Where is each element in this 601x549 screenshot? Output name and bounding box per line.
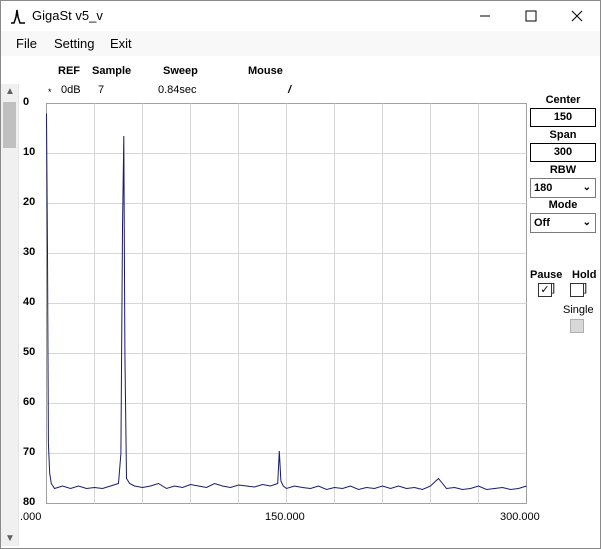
chevron-down-icon: ⌄ bbox=[582, 182, 591, 193]
mouse-value: / bbox=[288, 84, 292, 96]
ref-label: REF bbox=[58, 65, 80, 77]
pause-checkbox[interactable]: ✓ bbox=[538, 283, 552, 297]
title-bar: GigaSt v5_v bbox=[1, 1, 600, 31]
menu-file[interactable]: File bbox=[16, 36, 37, 51]
scroll-down-icon[interactable]: ▼ bbox=[5, 533, 15, 544]
hold-bracket: ] bbox=[584, 282, 588, 294]
maximize-icon bbox=[525, 10, 537, 22]
mode-select[interactable]: Off ⌄ bbox=[530, 213, 596, 233]
minimize-icon bbox=[480, 15, 490, 17]
menu-setting[interactable]: Setting bbox=[54, 36, 94, 51]
single-button[interactable] bbox=[570, 319, 584, 333]
ref-marker: * bbox=[48, 87, 52, 97]
hold-checkbox[interactable] bbox=[570, 283, 584, 297]
pause-bracket: ] bbox=[552, 282, 556, 294]
x-tick-label: 300.000 bbox=[500, 511, 540, 523]
sample-label: Sample bbox=[92, 65, 132, 77]
y-tick-label: 80 bbox=[23, 496, 36, 508]
scroll-thumb[interactable] bbox=[3, 102, 16, 148]
y-tick-label: 10 bbox=[23, 146, 36, 158]
mode-value: Off bbox=[534, 217, 550, 229]
sample-value: 7 bbox=[98, 84, 105, 96]
span-label: Span bbox=[549, 129, 577, 141]
app-window: GigaSt v5_v File Setting Exit REF Sample… bbox=[0, 0, 601, 549]
y-tick-label: 30 bbox=[23, 246, 36, 258]
close-icon bbox=[571, 10, 583, 22]
sweep-label: Sweep bbox=[163, 65, 198, 77]
rbw-label: RBW bbox=[549, 164, 577, 176]
maximize-button[interactable] bbox=[508, 1, 554, 31]
rbw-value: 180 bbox=[534, 182, 553, 194]
center-label: Center bbox=[545, 94, 581, 106]
menu-bar: File Setting Exit bbox=[1, 31, 600, 56]
mode-label: Mode bbox=[548, 199, 578, 211]
chevron-down-icon: ⌄ bbox=[582, 217, 591, 228]
x-tick-label: .000 bbox=[20, 511, 42, 523]
y-tick-label: 60 bbox=[23, 396, 36, 408]
menu-exit[interactable]: Exit bbox=[110, 36, 132, 51]
minimize-button[interactable] bbox=[462, 1, 508, 31]
y-tick-label: 0 bbox=[23, 96, 30, 108]
rbw-select[interactable]: 180 ⌄ bbox=[530, 178, 596, 198]
span-input[interactable]: 300 bbox=[530, 143, 596, 162]
y-tick-label: 20 bbox=[23, 196, 36, 208]
window-title: GigaSt v5_v bbox=[32, 8, 103, 23]
close-button[interactable] bbox=[554, 1, 600, 31]
spectrum-plot[interactable] bbox=[46, 103, 527, 506]
y-tick-label: 50 bbox=[23, 346, 36, 358]
sweep-value: 0.84sec bbox=[158, 84, 197, 96]
ref-value: 0dB bbox=[61, 84, 81, 96]
app-icon bbox=[11, 9, 25, 24]
client-area: REF Sample Sweep Mouse * 0dB 7 0.84sec /… bbox=[1, 56, 600, 548]
scroll-up-icon[interactable]: ▲ bbox=[5, 86, 15, 97]
y-tick-label: 40 bbox=[23, 296, 36, 308]
hold-label: Hold bbox=[572, 269, 597, 281]
center-input[interactable]: 150 bbox=[530, 108, 596, 127]
pause-label: Pause bbox=[530, 269, 563, 281]
vertical-scrollbar[interactable]: ▲ ▼ bbox=[1, 84, 19, 546]
mouse-label: Mouse bbox=[248, 65, 283, 77]
x-tick-label: 150.000 bbox=[265, 511, 305, 523]
y-tick-label: 70 bbox=[23, 446, 36, 458]
single-label: Single bbox=[563, 304, 594, 316]
